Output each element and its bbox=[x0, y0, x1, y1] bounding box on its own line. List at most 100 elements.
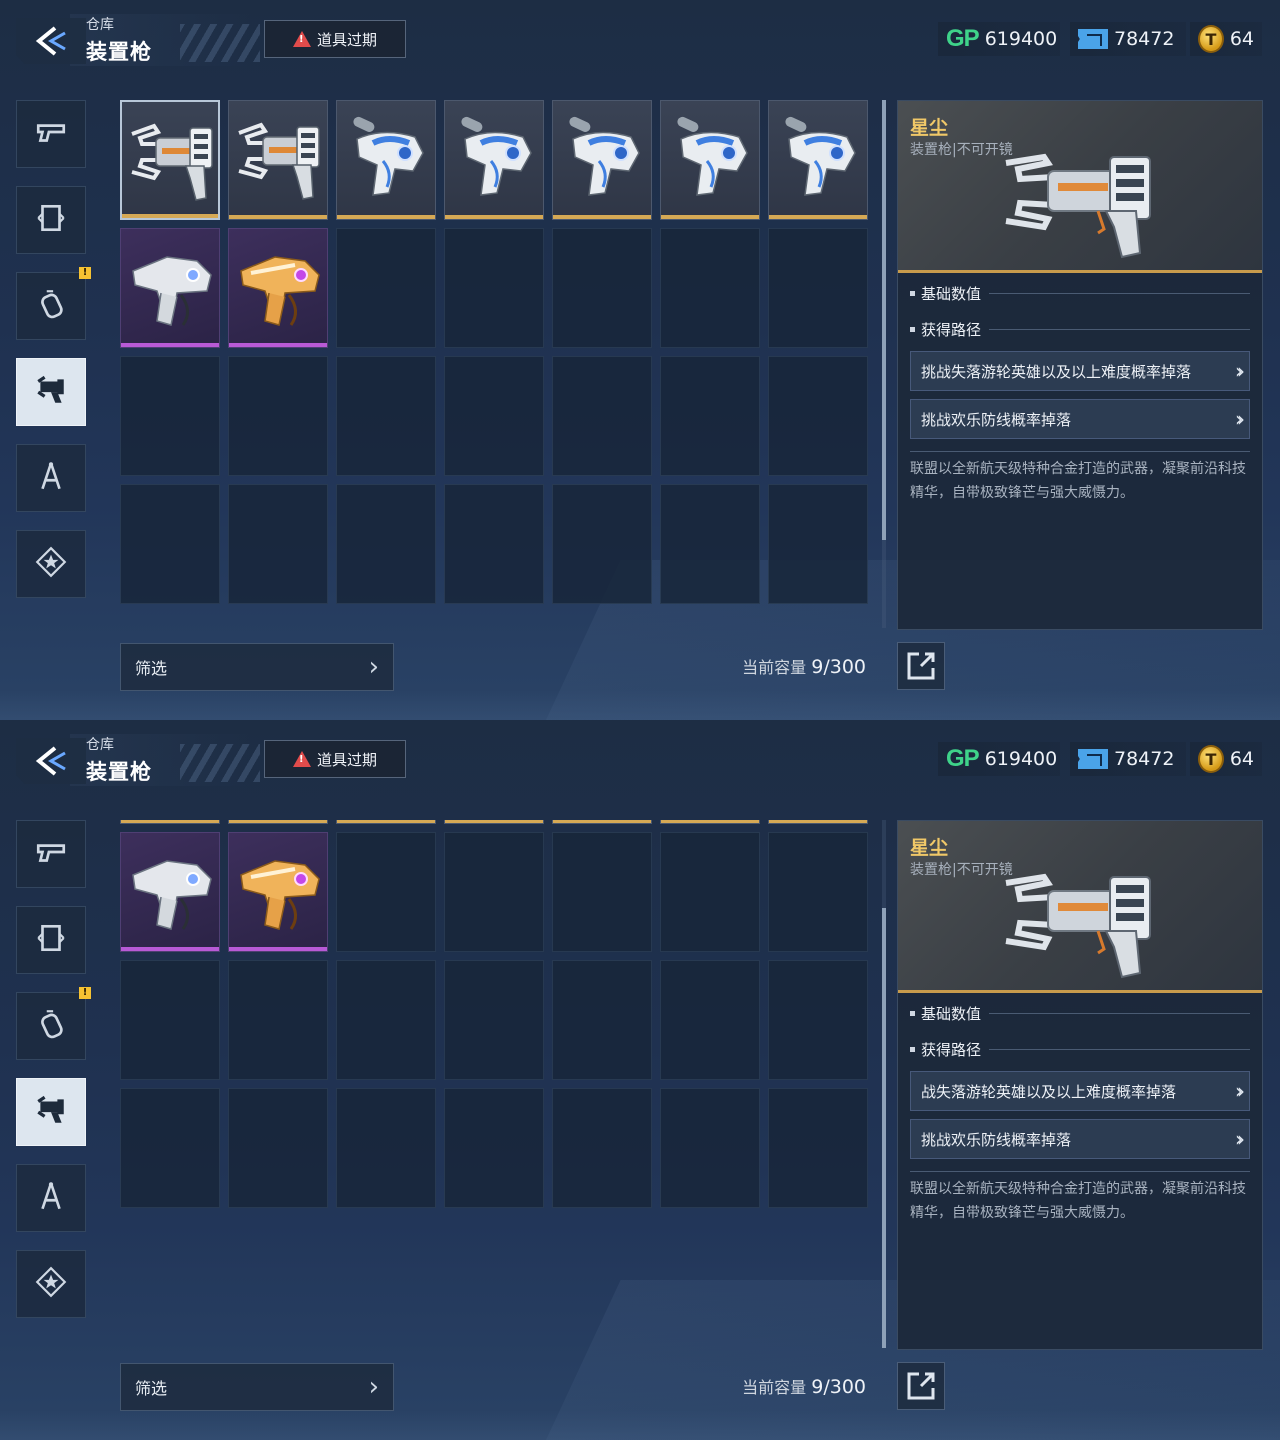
scrollbar-thumb[interactable] bbox=[882, 908, 886, 1348]
empty-slot bbox=[660, 228, 760, 348]
inventory-item-slot[interactable] bbox=[444, 820, 544, 824]
warning-icon bbox=[292, 751, 311, 767]
inventory-grid-cells bbox=[120, 100, 868, 604]
inventory-item-slot[interactable] bbox=[660, 100, 760, 220]
sidebar-category-grenade[interactable]: ! bbox=[16, 987, 91, 1060]
inventory-item-slot[interactable] bbox=[120, 820, 220, 824]
back-button[interactable] bbox=[16, 738, 86, 784]
sidebar-category-pistol[interactable] bbox=[16, 100, 86, 168]
inventory-scrollbar[interactable] bbox=[882, 820, 886, 1348]
sidebar-category-frame[interactable] bbox=[16, 906, 86, 974]
expired-items-button[interactable]: 道具过期 bbox=[264, 740, 406, 778]
item-detail-panel: 星尘 装置枪|不可开镜 基础数值 获得路径 挑战失落游轮英雄以及以上难度概率掉落… bbox=[897, 100, 1263, 630]
sidebar-category-star-badge[interactable] bbox=[16, 530, 86, 598]
item-preview-claw-gun-icon bbox=[1005, 153, 1151, 259]
capacity-readout: 当前容量 9/300 bbox=[700, 654, 866, 678]
frame-icon bbox=[34, 921, 68, 959]
sidebar-category-device-gun[interactable] bbox=[16, 358, 86, 426]
empty-slot bbox=[336, 832, 436, 952]
empty-slot bbox=[660, 960, 760, 1080]
inventory-item-slot[interactable] bbox=[768, 100, 868, 220]
compass-icon bbox=[34, 459, 68, 497]
inventory-item-slot[interactable] bbox=[228, 100, 328, 220]
inventory-item-slot[interactable] bbox=[552, 100, 652, 220]
section-base-stats: 基础数值 bbox=[910, 1001, 1250, 1025]
ticket-icon bbox=[1078, 29, 1108, 49]
inventory-scrollbar[interactable] bbox=[882, 100, 886, 628]
route-label-1: 战失落游轮英雄以及以上难度概率掉落 bbox=[921, 1082, 1177, 1101]
gp-value: 619400 bbox=[984, 748, 1058, 770]
page-title: 装置枪 bbox=[86, 760, 152, 784]
expired-items-button[interactable]: 道具过期 bbox=[264, 20, 406, 58]
double-chevron-right-icon: ›› bbox=[1235, 1079, 1245, 1103]
filter-button[interactable]: 筛选 › bbox=[120, 1363, 394, 1411]
star-badge-icon bbox=[34, 545, 68, 583]
inventory-item-slot[interactable] bbox=[120, 100, 220, 220]
route-button-2[interactable]: 挑战欢乐防线概率掉落 ›› bbox=[910, 1119, 1250, 1159]
section-acquire-routes: 获得路径 bbox=[910, 1037, 1250, 1061]
inventory-item-slot[interactable] bbox=[120, 832, 220, 952]
filter-button[interactable]: 筛选 › bbox=[120, 643, 394, 691]
inventory-item-slot[interactable] bbox=[228, 832, 328, 952]
empty-slot bbox=[660, 832, 760, 952]
ticket-icon bbox=[1078, 749, 1108, 769]
chevron-right-icon: › bbox=[368, 652, 379, 682]
inventory-item-slot[interactable] bbox=[552, 820, 652, 824]
empty-slot bbox=[552, 228, 652, 348]
empty-slot bbox=[660, 356, 760, 476]
empty-slot bbox=[444, 356, 544, 476]
sidebar-category-star-badge[interactable] bbox=[16, 1250, 86, 1318]
empty-slot bbox=[444, 960, 544, 1080]
item-name: 星尘 bbox=[910, 837, 949, 859]
empty-slot bbox=[768, 960, 868, 1080]
back-button[interactable] bbox=[16, 18, 86, 64]
scrollbar-thumb[interactable] bbox=[882, 100, 886, 540]
route-button-1[interactable]: 挑战失落游轮英雄以及以上难度概率掉落 ›› bbox=[910, 351, 1250, 391]
export-button[interactable] bbox=[897, 642, 945, 690]
export-button[interactable] bbox=[897, 1362, 945, 1410]
sidebar-category-compass[interactable] bbox=[16, 444, 86, 512]
inventory-item-slot[interactable] bbox=[228, 228, 328, 348]
inventory-grid bbox=[120, 820, 868, 1328]
sidebar-category-grenade[interactable]: ! bbox=[16, 267, 91, 340]
empty-slot bbox=[336, 228, 436, 348]
capacity-value: 9/300 bbox=[811, 656, 866, 678]
empty-slot bbox=[768, 484, 868, 604]
coin-value: 64 bbox=[1229, 28, 1254, 50]
inventory-item-slot[interactable] bbox=[336, 100, 436, 220]
coin-icon: T bbox=[1198, 745, 1224, 773]
empty-slot bbox=[660, 484, 760, 604]
ticket-currency: 78472 bbox=[1070, 742, 1186, 776]
inventory-item-slot[interactable] bbox=[660, 820, 760, 824]
sidebar-category-pistol[interactable] bbox=[16, 820, 86, 888]
route-button-1[interactable]: 战失落游轮英雄以及以上难度概率掉落 ›› bbox=[910, 1071, 1250, 1111]
inventory-item-slot[interactable] bbox=[336, 820, 436, 824]
inventory-item-slot[interactable] bbox=[444, 100, 544, 220]
inventory-item-slot[interactable] bbox=[120, 228, 220, 348]
sidebar-category-compass[interactable] bbox=[16, 1164, 86, 1232]
gp-icon: GP bbox=[946, 745, 980, 772]
empty-slot bbox=[444, 1088, 544, 1208]
empty-slot bbox=[120, 1088, 220, 1208]
empty-slot bbox=[336, 356, 436, 476]
warehouse-screen-top: 仓库 装置枪 道具过期 GP 619400 78472 T 64 ! 星尘 装置… bbox=[0, 0, 1280, 720]
share-icon bbox=[907, 652, 935, 680]
empty-slot bbox=[552, 1088, 652, 1208]
inventory-item-slot[interactable] bbox=[768, 820, 868, 824]
empty-slot bbox=[552, 832, 652, 952]
frame-icon bbox=[34, 201, 68, 239]
item-detail-header: 星尘 装置枪|不可开镜 bbox=[898, 821, 1262, 993]
sidebar-category-device-gun[interactable] bbox=[16, 1078, 86, 1146]
inventory-item-slot[interactable] bbox=[228, 820, 328, 824]
empty-slot bbox=[768, 356, 868, 476]
sidebar-category-frame[interactable] bbox=[16, 186, 86, 254]
device-gun-icon bbox=[34, 373, 68, 411]
double-chevron-right-icon: ›› bbox=[1235, 1127, 1245, 1151]
double-chevron-right-icon: ›› bbox=[1235, 359, 1245, 383]
route-button-2[interactable]: 挑战欢乐防线概率掉落 ›› bbox=[910, 399, 1250, 439]
empty-slot bbox=[228, 960, 328, 1080]
empty-slot bbox=[228, 484, 328, 604]
empty-slot bbox=[228, 356, 328, 476]
item-description: 联盟以全新航天级特种合金打造的武器，凝聚前沿科技精华，自带极致锋芒与强大威慑力。 bbox=[910, 1181, 1246, 1221]
capacity-readout: 当前容量 9/300 bbox=[700, 1374, 866, 1398]
